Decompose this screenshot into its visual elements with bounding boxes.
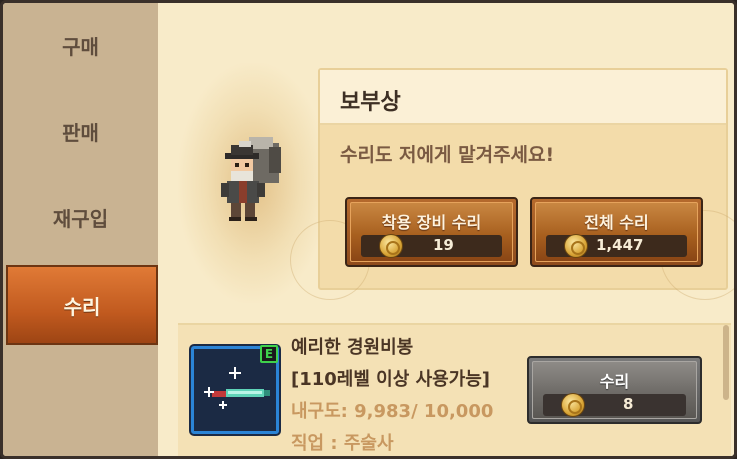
npc-message: 수리도 저에게 맡겨주세요! [340, 144, 555, 166]
merchant-npc-sprite [221, 137, 281, 221]
tab-sell[interactable]: 판매 [3, 91, 158, 171]
coin-icon [379, 234, 403, 258]
list-scrollbar[interactable] [723, 325, 729, 400]
npc-name: 보부상 [340, 90, 401, 115]
main-area: 보부상 수리도 저에게 맡겨주세요! 착용 장비 수리 19 전체 수리 1,4… [158, 3, 734, 456]
coin-icon [561, 393, 585, 417]
equipped-badge: E [260, 345, 278, 363]
tab-repair-label: 수리 [63, 294, 101, 319]
item-job: 직업 : 주술사 [291, 433, 394, 454]
repair-all-cost: 1,447 [596, 236, 644, 254]
tab-repair[interactable]: 수리 [6, 265, 158, 345]
tab-buy[interactable]: 구매 [3, 5, 158, 85]
sidebar: 구매 판매 재구입 수리 [3, 3, 158, 456]
repair-all-label: 전체 수리 [584, 213, 649, 232]
list-item[interactable]: E 예리한 경원비봉 [110레벨 이상 사용가능] 내구도: 9,983/ 1… [178, 323, 731, 456]
coin-icon [564, 234, 588, 258]
tab-buy-label: 구매 [62, 34, 99, 59]
repair-item-cost: 8 [623, 395, 634, 413]
tab-buyback-label: 재구입 [52, 206, 109, 231]
shop-window: 구매 판매 재구입 수리 보부상 수리도 저에게 맡겨주세요! 착용 장비 수리… [0, 0, 737, 459]
repair-item-label: 수리 [599, 372, 630, 391]
repair-all-button[interactable]: 전체 수리 1,447 [530, 197, 703, 267]
tab-sell-label: 판매 [62, 120, 99, 145]
npc-dialog-header: 보부상 [320, 70, 726, 125]
item-name: 예리한 경원비봉 [291, 337, 414, 358]
repair-item-button[interactable]: 수리 8 [527, 356, 702, 424]
item-requirement: [110레벨 이상 사용가능] [291, 369, 491, 390]
tab-buyback[interactable]: 재구입 [3, 177, 158, 257]
item-icon[interactable]: E [191, 345, 279, 434]
repair-equipped-label: 착용 장비 수리 [381, 213, 482, 232]
repair-equipped-button[interactable]: 착용 장비 수리 19 [345, 197, 518, 267]
item-durability: 내구도: 9,983/ 10,000 [291, 401, 494, 422]
repair-equipped-cost: 19 [433, 236, 454, 254]
